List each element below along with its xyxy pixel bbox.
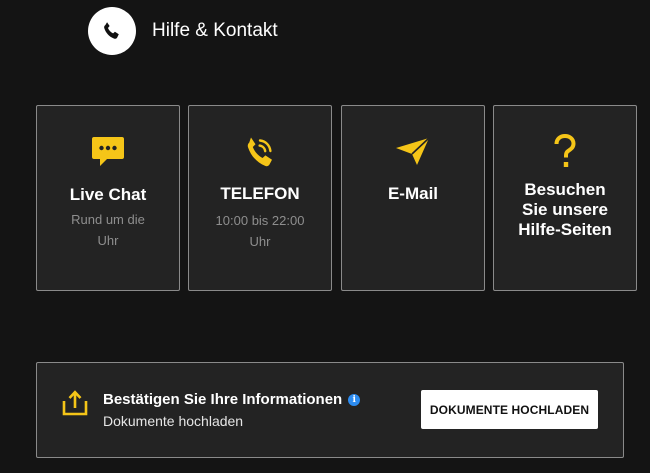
live-chat-hours-line1: Rund um die [71,212,145,227]
telefon-card[interactable]: TELEFON 10:00 bis 22:00 Uhr [188,105,332,291]
email-card[interactable]: E-Mail [341,105,485,291]
question-mark-icon [553,134,577,170]
telefon-hours-line1: 10:00 bis 22:00 [215,213,305,228]
help-pages-card[interactable]: Besuchen Sie unsere Hilfe-Seiten [493,105,637,291]
live-chat-hours-line2: Uhr [97,233,119,248]
help-pages-title: Besuchen Sie unsere Hilfe-Seiten [505,180,625,240]
banner-subtitle: Dokumente hochladen [103,413,244,429]
upload-documents-button[interactable]: DOKUMENTE HOCHLADEN [421,390,598,429]
verify-information-banner: Bestätigen Sie Ihre Informationen i Doku… [36,362,624,458]
help-pages-title-line2: Sie unsere [522,200,608,219]
phone-icon [88,7,136,55]
banner-title: Bestätigen Sie Ihre Informationen [103,391,343,408]
telefon-hours-line2: Uhr [249,234,271,249]
email-title: E-Mail [387,184,439,203]
contact-options: Live Chat Rund um die Uhr TELEFON 10:00 … [36,105,637,291]
banner-text: Bestätigen Sie Ihre Informationen i Doku… [103,391,361,429]
live-chat-title: Live Chat [69,185,147,204]
telefon-hours: 10:00 bis 22:00 Uhr [216,210,305,252]
page-title: Hilfe & Kontakt [152,20,278,41]
page-header: Hilfe & Kontakt [88,7,278,55]
phone-icon [245,134,275,170]
help-pages-title-line3: Hilfe-Seiten [518,220,612,239]
live-chat-hours: Rund um die Uhr [71,209,145,251]
help-pages-title-line1: Besuchen [524,180,606,199]
help-contact-page: Hilfe & Kontakt Live Chat Rund um die Uh… [0,0,650,473]
paper-plane-icon [395,134,431,170]
info-icon[interactable]: i [348,393,361,406]
banner-title-row: Bestätigen Sie Ihre Informationen i [103,391,361,408]
upload-icon [61,389,89,422]
chat-bubble-icon [91,134,125,170]
live-chat-card[interactable]: Live Chat Rund um die Uhr [36,105,180,291]
telefon-title: TELEFON [220,184,300,203]
